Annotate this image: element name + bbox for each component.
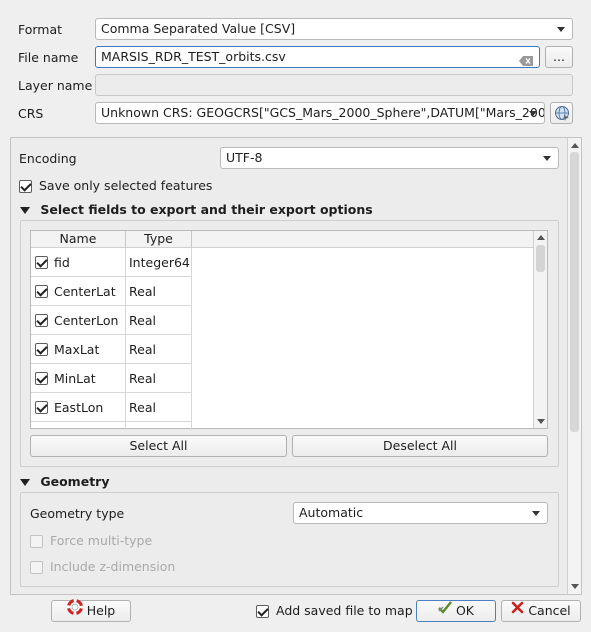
table-row[interactable]: EastLon Real: [31, 393, 192, 422]
help-button[interactable]: Help: [51, 599, 131, 622]
format-combo[interactable]: Comma Separated Value [CSV]: [95, 18, 573, 40]
help-label: Help: [86, 603, 116, 618]
column-header-name[interactable]: Name: [31, 231, 126, 248]
add-saved-label: Add saved file to map: [275, 603, 413, 618]
cell-field-name[interactable]: MinLat: [31, 364, 126, 393]
fields-section-header[interactable]: Select fields to export and their export…: [20, 202, 373, 218]
geometry-type-combo[interactable]: Automatic: [293, 502, 548, 524]
chevron-down-icon: [557, 27, 565, 32]
table-row[interactable]: CenterLat Real: [31, 277, 192, 306]
crs-select-button[interactable]: [550, 102, 573, 124]
cell-field-name[interactable]: fid: [31, 248, 126, 277]
field-type: [126, 422, 192, 430]
force-multi-checkbox[interactable]: Force multi-type: [30, 533, 152, 549]
cell-field-name[interactable]: MaxLat: [31, 335, 126, 364]
crs-globe-icon: [554, 105, 570, 127]
field-name: fid: [54, 255, 70, 270]
checkbox-checked-icon: [256, 605, 269, 618]
chevron-down-icon: [529, 111, 537, 116]
row-checkbox-icon[interactable]: [35, 285, 48, 298]
scroll-thumb[interactable]: [536, 245, 545, 272]
cancel-label: Cancel: [528, 603, 571, 618]
crs-combo[interactable]: Unknown CRS: GEOGCRS["GCS_Mars_2000_Sphe…: [95, 102, 545, 124]
row-checkbox-icon[interactable]: [35, 256, 48, 269]
include-z-label: Include z-dimension: [49, 559, 176, 574]
encoding-combo[interactable]: UTF-8: [220, 147, 559, 169]
collapse-triangle-icon: [20, 207, 30, 214]
checkbox-unchecked-icon: [30, 561, 43, 574]
save-selected-label: Save only selected features: [38, 178, 213, 193]
ok-label: OK: [455, 603, 475, 618]
cell-field-name[interactable]: CenterLon: [31, 306, 126, 335]
cancel-button[interactable]: Cancel: [501, 600, 581, 622]
checkbox-unchecked-icon: [30, 535, 43, 548]
chevron-down-icon: [543, 156, 551, 161]
row-checkbox-icon[interactable]: [35, 343, 48, 356]
field-type: Integer64: [126, 248, 192, 277]
cell-field-name[interactable]: CenterLat: [31, 277, 126, 306]
field-type: Real: [126, 277, 192, 306]
field-type: Real: [126, 364, 192, 393]
layername-input[interactable]: [95, 74, 573, 96]
cancel-x-icon: [511, 600, 524, 620]
scroll-up-icon[interactable]: [570, 143, 579, 148]
table-row[interactable]: MaxLat Real: [31, 335, 192, 364]
fields-section-title: Select fields to export and their export…: [40, 202, 373, 217]
checkbox-checked-icon: [19, 180, 32, 193]
chevron-down-icon: [532, 511, 540, 516]
field-name: EastLon: [54, 400, 104, 415]
table-row[interactable]: fid Integer64: [31, 248, 192, 277]
geometry-type-label: Geometry type: [30, 506, 125, 521]
table-scrollbar[interactable]: [533, 231, 547, 428]
column-header-type[interactable]: Type: [126, 231, 192, 248]
field-type: Real: [126, 393, 192, 422]
ok-button[interactable]: OK: [416, 600, 496, 622]
field-name: MaxLat: [54, 342, 100, 357]
crs-label: CRS: [18, 106, 44, 121]
field-name: CenterLon: [54, 313, 119, 328]
save-selected-checkbox[interactable]: Save only selected features: [19, 178, 212, 194]
clear-text-icon[interactable]: [519, 52, 533, 66]
browse-button[interactable]: ...: [545, 46, 573, 68]
scroll-down-icon[interactable]: [570, 584, 579, 589]
format-value: Comma Separated Value [CSV]: [101, 21, 296, 36]
table-row[interactable]: MinLat Real: [31, 364, 192, 393]
select-all-button[interactable]: Select All: [30, 435, 287, 457]
table-row-partial: [31, 422, 192, 430]
table-header: Name Type: [31, 231, 533, 248]
filename-label: File name: [18, 50, 79, 65]
filename-value: MARSIS_RDR_TEST_orbits.csv: [101, 49, 286, 64]
encoding-label: Encoding: [19, 151, 77, 166]
geometry-type-value: Automatic: [299, 505, 364, 520]
field-type: Real: [126, 306, 192, 335]
scroll-thumb[interactable]: [570, 152, 579, 432]
add-saved-checkbox[interactable]: Add saved file to map: [256, 603, 413, 619]
filename-input[interactable]: MARSIS_RDR_TEST_orbits.csv: [95, 46, 540, 68]
include-z-checkbox[interactable]: Include z-dimension: [30, 559, 175, 575]
row-checkbox-icon[interactable]: [35, 314, 48, 327]
scroll-up-icon[interactable]: [536, 235, 545, 240]
ok-check-icon: [438, 600, 452, 620]
cell-field-name: [31, 422, 126, 430]
fields-table: Name Type fid Integer64 CenterLat Real Cente…: [30, 230, 548, 430]
force-multi-label: Force multi-type: [49, 533, 153, 548]
collapse-triangle-icon: [20, 479, 30, 486]
geometry-section-header[interactable]: Geometry: [20, 474, 109, 490]
crs-value: Unknown CRS: GEOGCRS["GCS_Mars_2000_Sphe…: [101, 105, 545, 120]
field-type: Real: [126, 335, 192, 364]
field-name: CenterLat: [54, 284, 116, 299]
row-checkbox-icon[interactable]: [35, 401, 48, 414]
scroll-down-icon[interactable]: [536, 419, 545, 424]
row-checkbox-icon[interactable]: [35, 372, 48, 385]
options-scrollbar[interactable]: [567, 138, 581, 594]
layername-label: Layer name: [18, 78, 93, 93]
encoding-value: UTF-8: [226, 150, 263, 165]
deselect-all-button[interactable]: Deselect All: [292, 435, 548, 457]
cell-field-name[interactable]: EastLon: [31, 393, 126, 422]
geometry-section-title: Geometry: [40, 474, 110, 489]
field-name: MinLat: [54, 371, 96, 386]
table-row[interactable]: CenterLon Real: [31, 306, 192, 335]
help-lifebuoy-icon: [66, 599, 83, 621]
format-label: Format: [18, 22, 63, 37]
